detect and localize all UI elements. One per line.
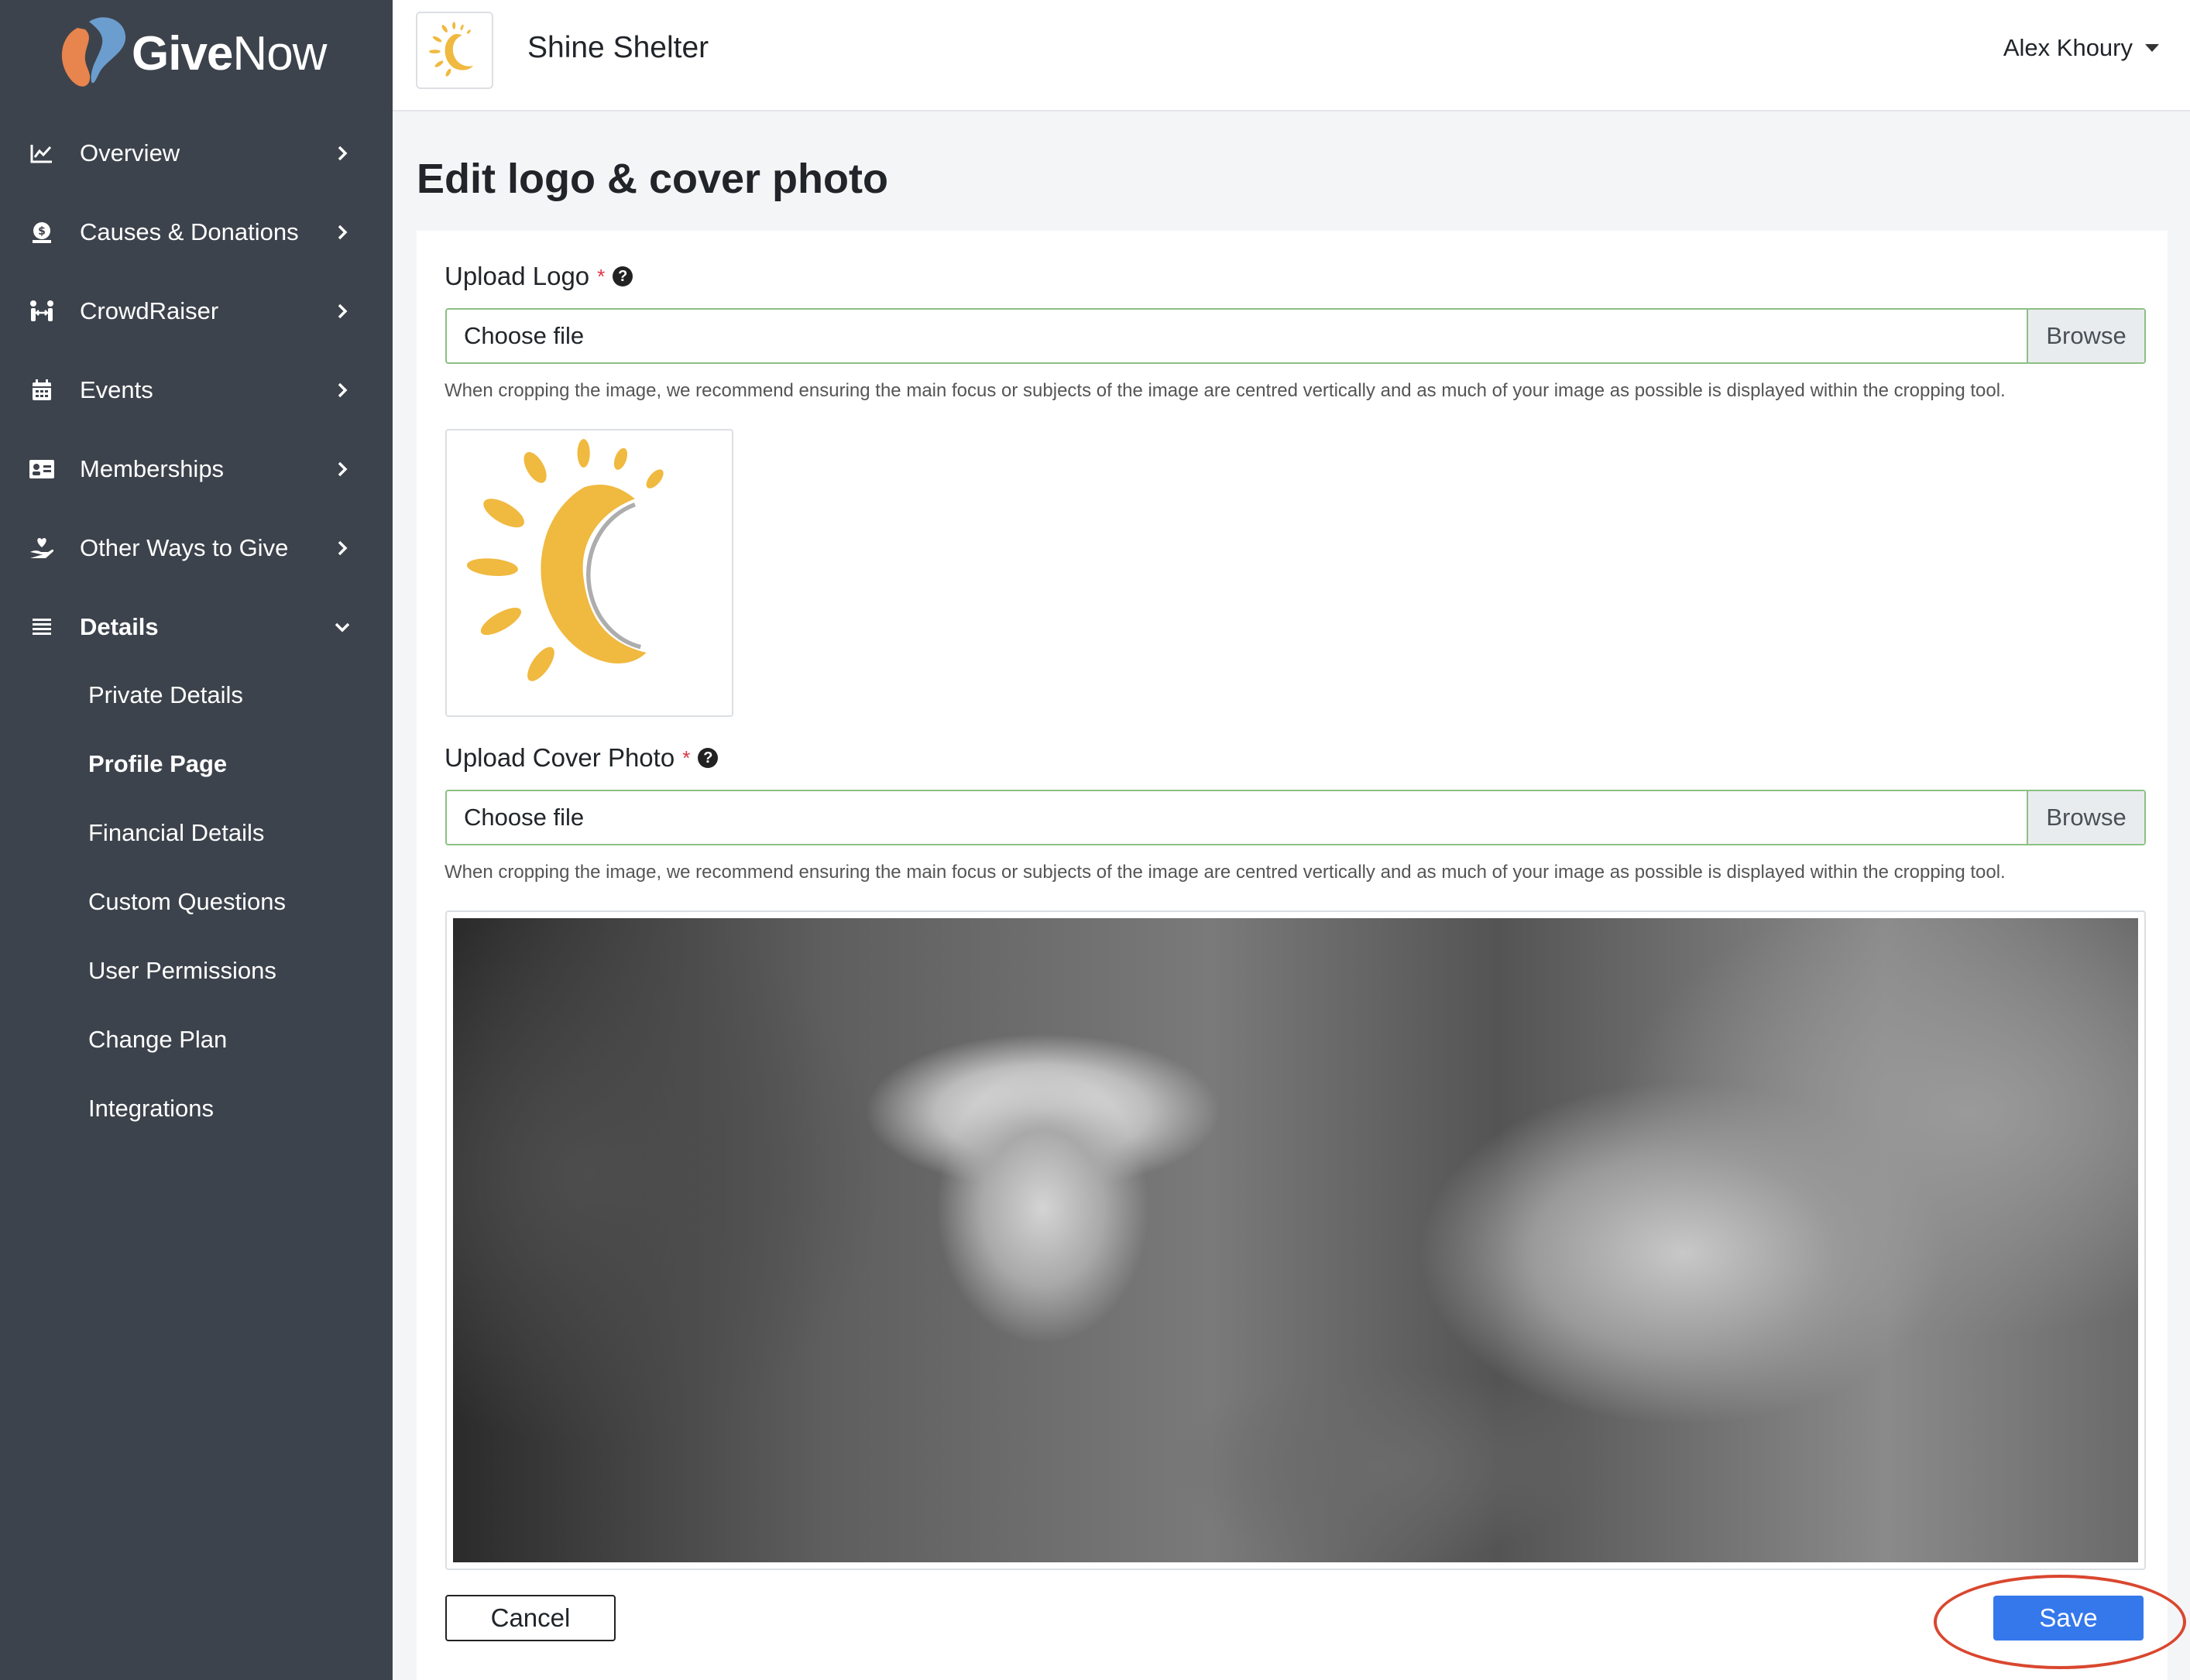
sun-logo-icon — [429, 22, 473, 77]
upload-logo-label: Upload Logo * ? — [445, 262, 633, 291]
sidebar-item-crowdraiser[interactable]: CrowdRaiser — [0, 272, 393, 351]
subnav-financial-details[interactable]: Financial Details — [0, 798, 393, 867]
cover-crop-hint: When cropping the image, we recommend en… — [445, 862, 2006, 883]
sidebar-item-label: Overview — [80, 139, 180, 166]
subnav-private-details[interactable]: Private Details — [0, 660, 393, 729]
subnav-profile-page[interactable]: Profile Page — [0, 729, 393, 798]
people-arrows-icon — [28, 297, 56, 325]
highlight-circle-annotation — [1934, 1575, 2186, 1669]
sidebar-item-label: Memberships — [80, 455, 225, 482]
brand-name: GiveNow — [132, 27, 327, 81]
cover-file-input[interactable]: Choose file Browse — [445, 790, 2146, 845]
edit-form-card: Upload Logo * ? Choose file Browse When … — [417, 231, 2168, 1680]
subnav-custom-questions[interactable]: Custom Questions — [0, 867, 393, 936]
heart-logo-icon — [61, 17, 126, 87]
calendar-icon — [28, 376, 56, 404]
user-menu[interactable]: Alex Khoury — [2003, 34, 2159, 62]
org-name: Shine Shelter — [527, 31, 709, 64]
required-asterisk: * — [682, 746, 691, 770]
sidebar-item-label: Causes & Donations — [80, 218, 299, 245]
cover-photo-image — [453, 918, 2138, 1562]
money-bag-icon: $ — [28, 218, 56, 246]
subnav-change-plan[interactable]: Change Plan — [0, 1005, 393, 1074]
sidebar-nav: Overview $ Causes & Donations CrowdRaise… — [0, 114, 393, 667]
sidebar-item-label: CrowdRaiser — [80, 297, 219, 324]
givenow-logo[interactable]: GiveNow — [54, 12, 348, 93]
user-name: Alex Khoury — [2003, 34, 2133, 61]
logo-file-input[interactable]: Choose file Browse — [445, 308, 2146, 364]
sidebar-item-label: Events — [80, 376, 153, 403]
question-circle-icon[interactable]: ? — [698, 748, 719, 768]
required-asterisk: * — [597, 264, 606, 288]
chevron-right-icon — [333, 381, 352, 399]
sidebar-item-other-ways-to-give[interactable]: Other Ways to Give — [0, 509, 393, 588]
sidebar-item-causes-donations[interactable]: $ Causes & Donations — [0, 193, 393, 272]
cover-file-text[interactable]: Choose file — [447, 791, 2027, 844]
list-icon — [28, 613, 56, 641]
top-header: Shine Shelter Alex Khoury — [393, 0, 2190, 111]
sidebar: GiveNow Overview $ Causes & Donations Cr… — [0, 0, 393, 1680]
id-card-icon — [28, 455, 56, 483]
sidebar-item-memberships[interactable]: Memberships — [0, 430, 393, 509]
chevron-right-icon — [333, 144, 352, 163]
caret-down-icon — [2145, 44, 2159, 52]
chevron-down-icon — [333, 618, 352, 636]
logo-browse-button[interactable]: Browse — [2027, 310, 2144, 362]
sidebar-item-label: Details — [80, 613, 159, 640]
cover-photo-preview — [445, 910, 2146, 1570]
upload-cover-label: Upload Cover Photo * ? — [445, 743, 719, 773]
cancel-button[interactable]: Cancel — [445, 1595, 616, 1641]
hand-heart-icon — [28, 534, 56, 562]
subnav-integrations[interactable]: Integrations — [0, 1074, 393, 1143]
sidebar-item-details[interactable]: Details — [0, 588, 393, 667]
subnav-user-permissions[interactable]: User Permissions — [0, 936, 393, 1005]
chevron-right-icon — [333, 223, 352, 242]
upload-logo-label-text: Upload Logo — [445, 262, 590, 290]
page-title: Edit logo & cover photo — [417, 156, 888, 202]
org-logo[interactable] — [416, 12, 493, 89]
cover-browse-button[interactable]: Browse — [2027, 791, 2144, 844]
sidebar-item-label: Other Ways to Give — [80, 534, 289, 561]
upload-cover-label-text: Upload Cover Photo — [445, 743, 675, 772]
sidebar-item-events[interactable]: Events — [0, 351, 393, 430]
logo-crop-hint: When cropping the image, we recommend en… — [445, 380, 2006, 401]
logo-preview — [445, 429, 733, 717]
chart-line-icon — [28, 139, 56, 167]
chevron-right-icon — [333, 302, 352, 321]
svg-text:$: $ — [38, 225, 46, 238]
details-subnav: Private Details Profile Page Financial D… — [0, 660, 393, 1143]
sun-logo-icon — [466, 439, 664, 681]
chevron-right-icon — [333, 539, 352, 557]
question-circle-icon[interactable]: ? — [613, 266, 633, 286]
chevron-right-icon — [333, 460, 352, 478]
sidebar-item-overview[interactable]: Overview — [0, 114, 393, 193]
logo-file-text[interactable]: Choose file — [447, 310, 2027, 362]
